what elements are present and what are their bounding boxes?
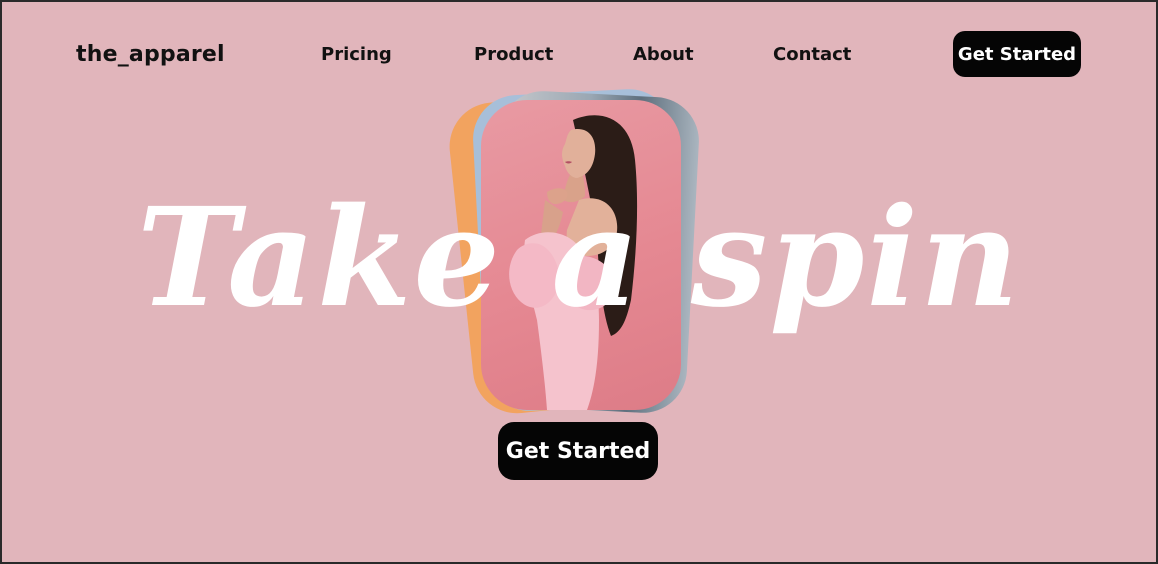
image-card-stack[interactable] (445, 82, 707, 422)
nav-link-contact[interactable]: Contact (773, 44, 851, 65)
model-photo-illustration (509, 115, 638, 410)
brand-logo[interactable]: the_apparel (76, 42, 225, 67)
header-get-started-button[interactable]: Get Started (953, 31, 1081, 77)
hero-get-started-button[interactable]: Get Started (498, 422, 658, 480)
nav-link-product[interactable]: Product (474, 44, 553, 65)
featured-fashion-photo (481, 100, 681, 410)
nav-link-about[interactable]: About (633, 44, 694, 65)
nav-link-pricing[interactable]: Pricing (321, 44, 392, 65)
